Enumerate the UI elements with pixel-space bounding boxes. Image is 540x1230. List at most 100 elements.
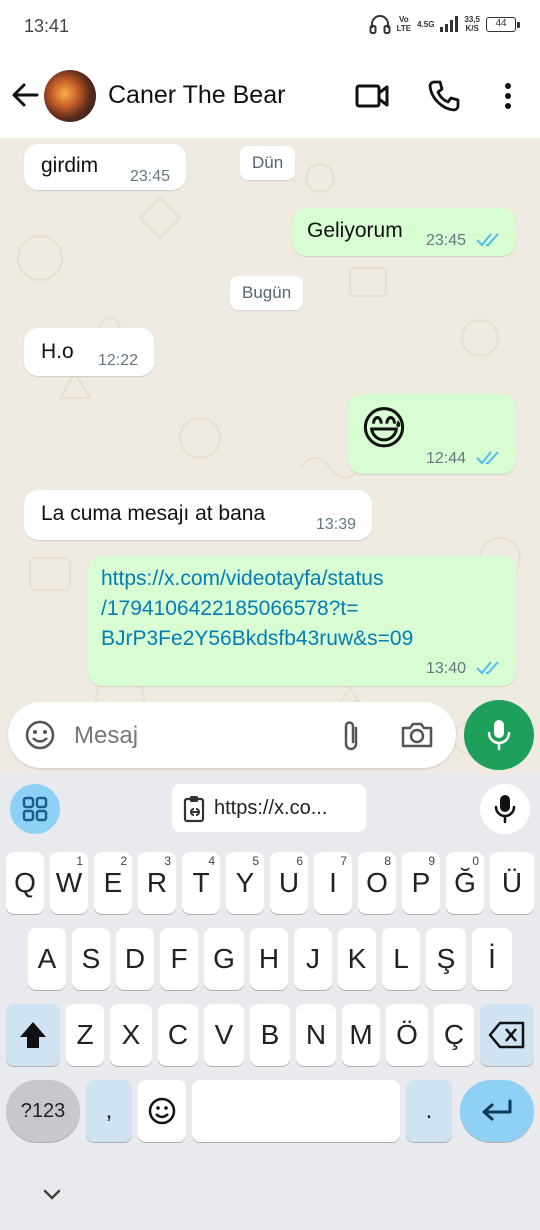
backspace-icon — [488, 1021, 525, 1049]
grid-icon — [22, 796, 48, 822]
back-arrow-icon[interactable] — [10, 80, 40, 110]
period-key[interactable]: . — [406, 1080, 452, 1142]
keyboard[interactable]: https://x.co... Q W1 E2 R3 T4 Y5 U6 I7 O… — [0, 774, 540, 1230]
chat-area[interactable]: Dün girdim 23:45 Geliyorum 23:45 Bugün H… — [0, 138, 540, 774]
shift-icon — [20, 1022, 46, 1048]
key[interactable]: Ş — [426, 928, 466, 990]
key[interactable]: M — [342, 1004, 380, 1066]
key[interactable]: B — [250, 1004, 290, 1066]
keyboard-toolbar: https://x.co... — [0, 774, 540, 844]
clipboard-suggestion[interactable]: https://x.co... — [172, 784, 366, 832]
clipboard-text: https://x.co... — [214, 797, 328, 819]
key[interactable]: L — [382, 928, 420, 990]
message-link[interactable]: https://x.com/videotayfa/status /1794106… — [101, 564, 413, 654]
message-time: 23:45 — [130, 168, 171, 185]
mic-icon — [487, 720, 511, 751]
enter-icon — [482, 1099, 512, 1121]
key[interactable]: I7 — [314, 852, 352, 914]
network-type: 4.5G — [417, 19, 435, 29]
backspace-key[interactable] — [480, 1004, 534, 1066]
message-incoming[interactable]: La cuma mesajı at bana 13:39 — [24, 490, 372, 540]
phone-icon[interactable] — [426, 78, 462, 114]
message-time: 13:39 — [316, 516, 357, 533]
key[interactable]: C — [158, 1004, 198, 1066]
keyboard-menu-button[interactable] — [10, 784, 60, 834]
enter-key[interactable] — [460, 1080, 534, 1142]
more-vert-icon[interactable] — [490, 78, 526, 114]
key[interactable]: X — [110, 1004, 152, 1066]
link-line: BJrP3Fe2Y56Bkdsfb43ruw&s=09 — [101, 627, 414, 650]
clipboard-link-icon — [183, 796, 205, 823]
emoji-icon[interactable] — [24, 719, 56, 751]
message-text: girdim — [41, 154, 99, 177]
key[interactable]: T4 — [182, 852, 220, 914]
link-line: https://x.com/videotayfa/status — [101, 567, 384, 590]
battery-icon: 44 — [486, 16, 520, 32]
comma-key[interactable]: , — [86, 1080, 132, 1142]
space-key[interactable] — [192, 1080, 400, 1142]
read-receipt-icon — [476, 661, 499, 675]
status-time: 13:41 — [24, 16, 70, 36]
status-bar: 13:41 Vo LTE 4.5G 33,5 K/S 44 — [0, 0, 540, 56]
avatar[interactable] — [44, 70, 96, 122]
video-call-icon[interactable] — [354, 78, 390, 114]
key[interactable]: U6 — [270, 852, 308, 914]
key[interactable]: Ğ0 — [446, 852, 484, 914]
key[interactable]: Ö — [386, 1004, 428, 1066]
status-icons: Vo LTE 4.5G 33,5 K/S 44 — [369, 14, 520, 34]
message-composer[interactable]: Mesaj — [8, 702, 456, 768]
voice-message-button[interactable] — [464, 700, 534, 770]
key[interactable]: V — [204, 1004, 244, 1066]
keyboard-voice-button[interactable] — [480, 784, 530, 834]
key[interactable]: D — [116, 928, 154, 990]
key[interactable]: Z — [66, 1004, 104, 1066]
contact-name[interactable]: Caner The Bear — [108, 81, 285, 110]
chat-header: Caner The Bear — [0, 56, 540, 138]
key[interactable]: Ç — [434, 1004, 474, 1066]
message-incoming[interactable]: H.o 12:22 — [24, 328, 154, 376]
data-speed: 33,5 K/S — [464, 15, 480, 33]
message-input[interactable]: Mesaj — [74, 722, 138, 750]
key[interactable]: E2 — [94, 852, 132, 914]
key[interactable]: R3 — [138, 852, 176, 914]
message-outgoing[interactable]: 😅 12:44 — [348, 394, 516, 474]
message-incoming[interactable]: girdim 23:45 — [24, 144, 186, 190]
battery-level: 44 — [495, 17, 507, 29]
read-receipt-icon — [476, 233, 499, 247]
camera-icon[interactable] — [400, 719, 434, 751]
chevron-down-icon[interactable] — [40, 1182, 64, 1206]
key[interactable]: Y5 — [226, 852, 264, 914]
key[interactable]: K — [338, 928, 376, 990]
key[interactable]: Ü — [490, 852, 534, 914]
key[interactable]: F — [160, 928, 198, 990]
message-text: La cuma mesajı at bana — [41, 502, 266, 525]
key[interactable]: A — [28, 928, 66, 990]
symbols-key[interactable]: ?123 — [6, 1080, 80, 1142]
message-emoji: 😅 — [360, 401, 408, 455]
day-chip-yesterday: Dün — [240, 146, 296, 180]
message-outgoing[interactable]: Geliyorum 23:45 — [292, 208, 516, 256]
key[interactable]: H — [250, 928, 288, 990]
key[interactable]: N — [296, 1004, 336, 1066]
message-text: H.o — [41, 340, 74, 363]
message-time: 13:40 — [426, 660, 467, 677]
headphones-icon — [369, 15, 391, 34]
key[interactable]: O8 — [358, 852, 396, 914]
key[interactable]: G — [204, 928, 244, 990]
key[interactable]: W1 — [50, 852, 88, 914]
mic-icon — [494, 795, 516, 824]
read-receipt-icon — [476, 451, 499, 465]
key[interactable]: S — [72, 928, 110, 990]
message-time: 12:44 — [426, 450, 467, 467]
message-time: 12:22 — [98, 352, 139, 369]
emoji-key[interactable] — [138, 1080, 186, 1142]
shift-key[interactable] — [6, 1004, 60, 1066]
key[interactable]: P9 — [402, 852, 440, 914]
message-outgoing-link[interactable]: https://x.com/videotayfa/status /1794106… — [88, 556, 516, 686]
message-text: Geliyorum — [307, 219, 403, 242]
key[interactable]: İ — [472, 928, 512, 990]
signal-icon — [440, 16, 459, 32]
key[interactable]: Q — [6, 852, 44, 914]
key[interactable]: J — [294, 928, 332, 990]
attach-icon[interactable] — [338, 718, 364, 754]
